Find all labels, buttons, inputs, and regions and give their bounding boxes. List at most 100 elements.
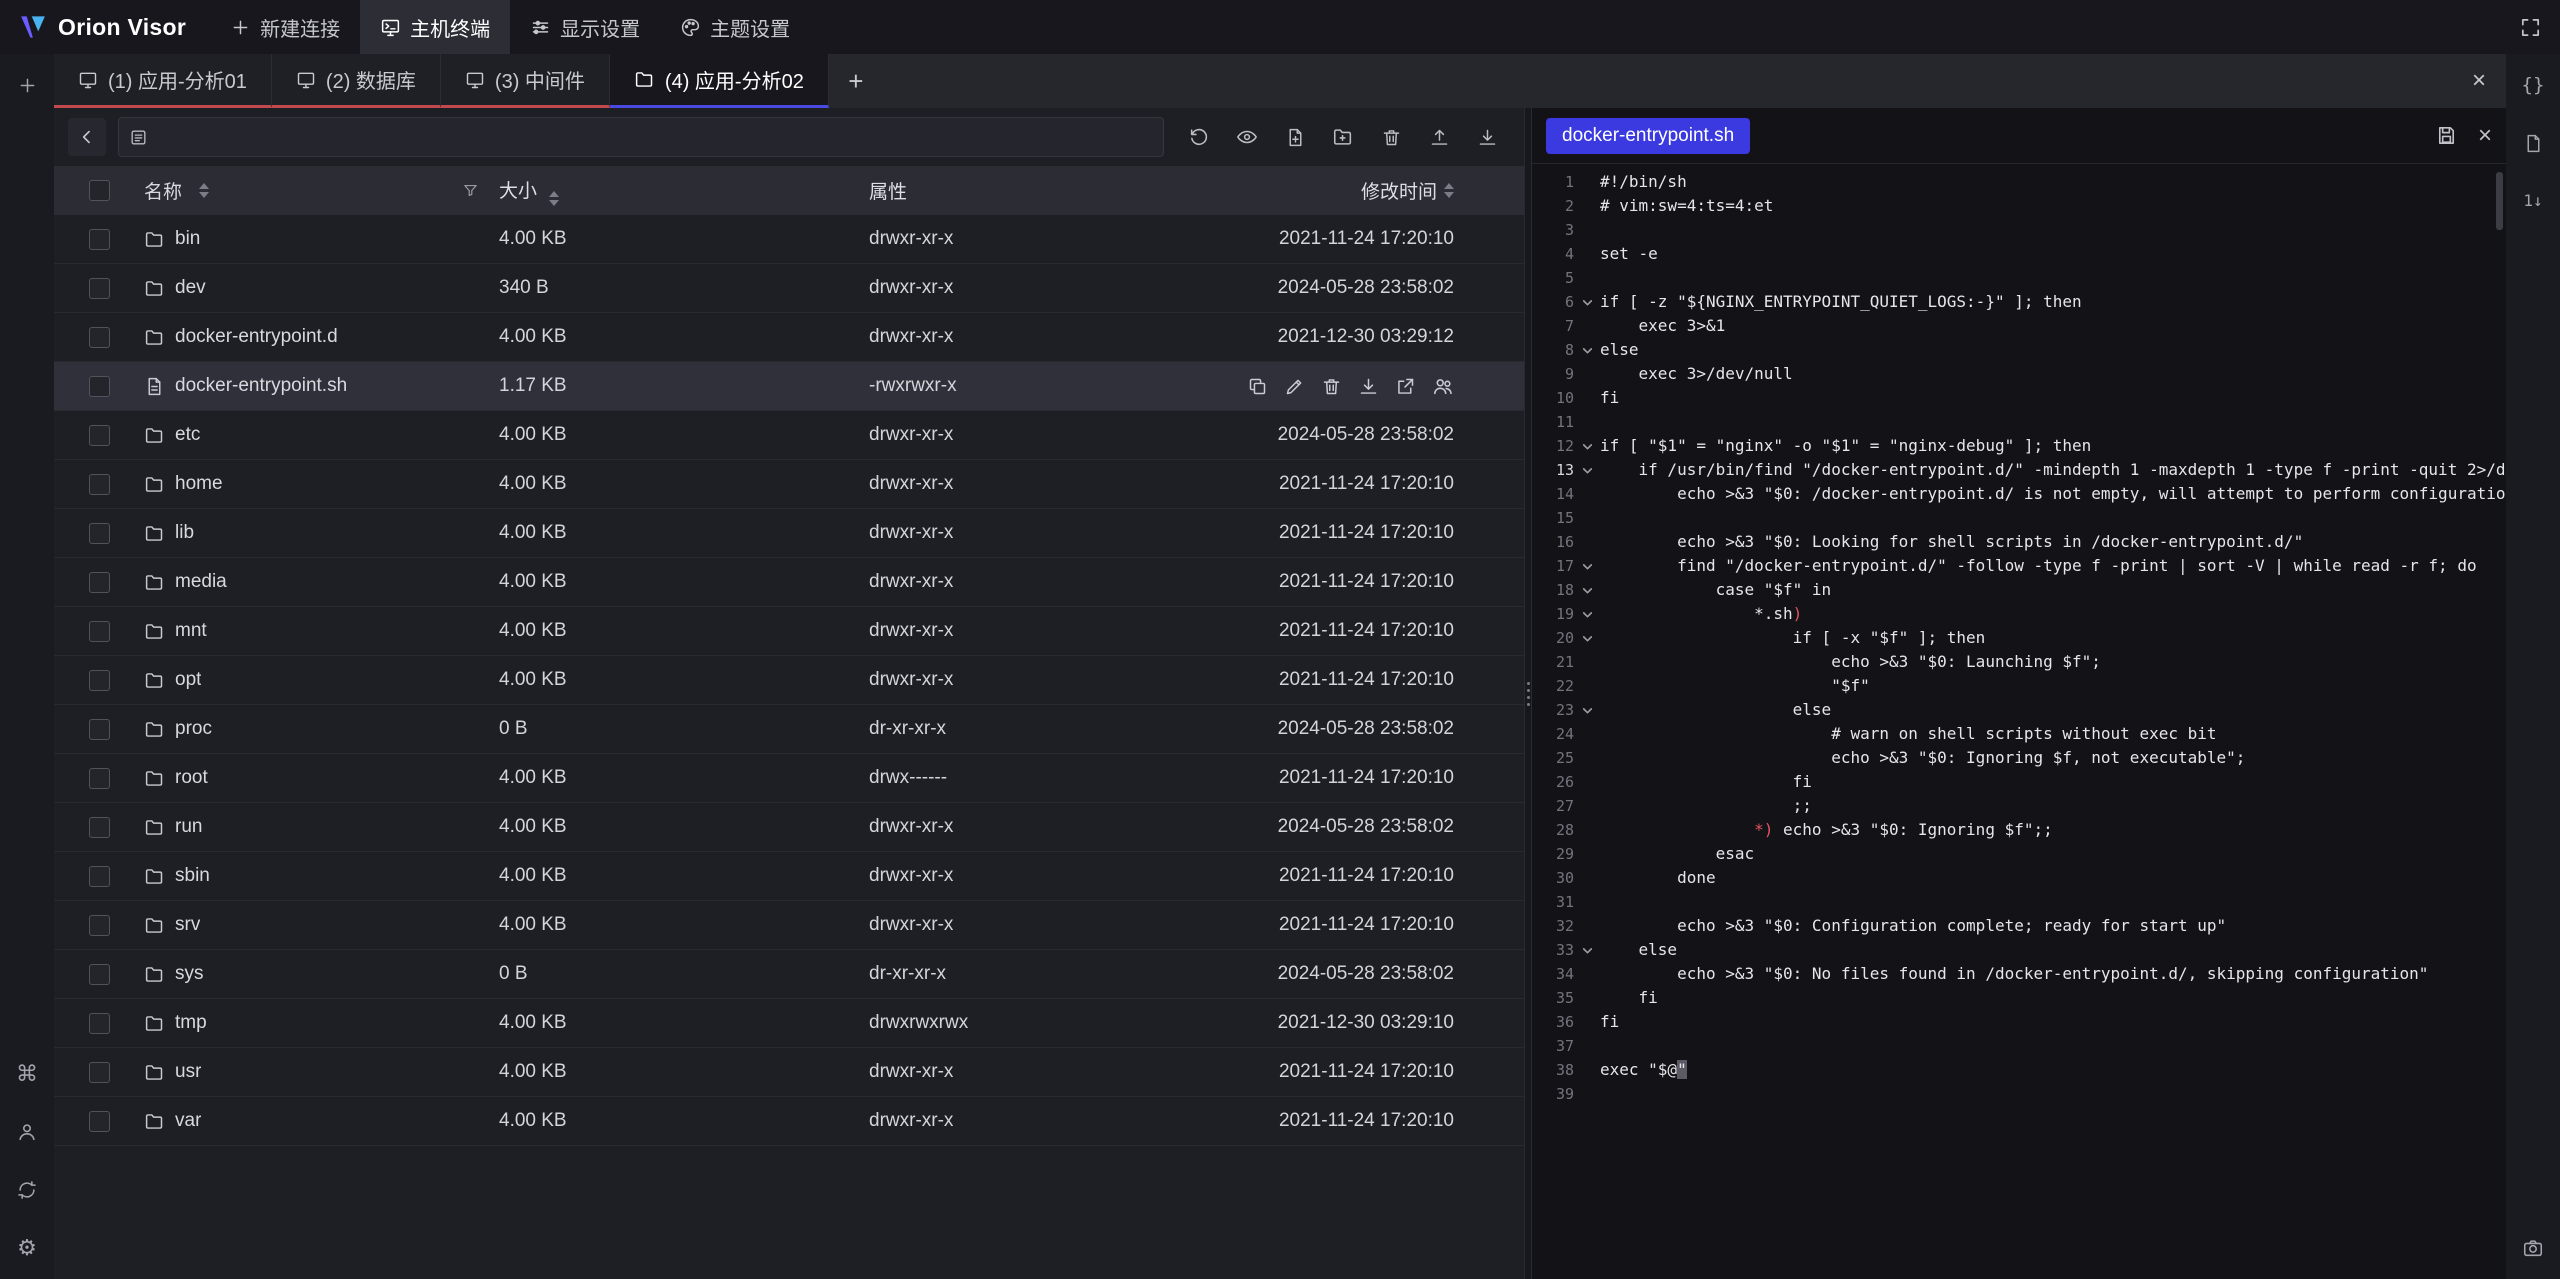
editor-scrollbar[interactable] (2496, 172, 2503, 230)
file-row[interactable]: docker-entrypoint.sh 1.17 KB -rwxrwxr-x (54, 362, 1524, 411)
file-name[interactable]: docker-entrypoint.sh (175, 375, 347, 397)
terminal-tab-1[interactable]: (1) 应用-分析01 (54, 54, 272, 108)
file-name[interactable]: var (175, 1110, 201, 1132)
nav-item-0[interactable]: 新建连接 (210, 0, 360, 54)
file-name[interactable]: home (175, 473, 223, 495)
nav-item-3[interactable]: 主题设置 (660, 0, 810, 54)
fold-chevron-icon[interactable] (1574, 578, 1600, 602)
fold-chevron-icon[interactable] (1574, 698, 1600, 722)
code-area[interactable]: 1#!/bin/sh2# vim:sw=4:ts=4:et34set -e56i… (1532, 164, 2506, 1279)
download-icon[interactable] (1358, 376, 1379, 397)
file-name[interactable]: srv (175, 914, 200, 936)
row-checkbox[interactable] (89, 572, 110, 593)
new-file-button[interactable] (1280, 122, 1310, 152)
sort-mtime-icon[interactable] (1444, 183, 1454, 198)
row-checkbox[interactable] (89, 621, 110, 642)
reconnect-button[interactable] (10, 1173, 44, 1207)
move-icon[interactable] (1395, 376, 1416, 397)
row-checkbox[interactable] (89, 719, 110, 740)
file-name[interactable]: root (175, 767, 208, 789)
file-row[interactable]: root 4.00 KB drwx------ 2021-11-24 17:20… (54, 754, 1524, 803)
fold-chevron-icon[interactable] (1574, 458, 1600, 482)
file-row[interactable]: sbin 4.00 KB drwxr-xr-x 2021-11-24 17:20… (54, 852, 1524, 901)
refresh-button[interactable] (1184, 122, 1214, 152)
row-checkbox[interactable] (89, 474, 110, 495)
file-row[interactable]: bin 4.00 KB drwxr-xr-x 2021-11-24 17:20:… (54, 215, 1524, 264)
download-button[interactable] (1472, 122, 1502, 152)
close-editor-icon[interactable]: × (2478, 122, 2492, 150)
sort-size-icon[interactable] (549, 191, 559, 206)
file-row[interactable]: mnt 4.00 KB drwxr-xr-x 2021-11-24 17:20:… (54, 607, 1524, 656)
shortcuts-button[interactable]: ⌘ (10, 1057, 44, 1091)
file-row[interactable]: usr 4.00 KB drwxr-xr-x 2021-11-24 17:20:… (54, 1048, 1524, 1097)
file-row[interactable]: lib 4.00 KB drwxr-xr-x 2021-11-24 17:20:… (54, 509, 1524, 558)
file-row[interactable]: sys 0 B dr-xr-xr-x 2024-05-28 23:58:02 (54, 950, 1524, 999)
fold-chevron-icon[interactable] (1574, 938, 1600, 962)
row-checkbox[interactable] (89, 1062, 110, 1083)
row-checkbox[interactable] (89, 229, 110, 250)
edit-icon[interactable] (1284, 376, 1305, 397)
column-size[interactable]: 大小 (499, 181, 537, 202)
upload-button[interactable] (1424, 122, 1454, 152)
close-panel-icon[interactable]: × (2452, 67, 2506, 95)
add-tab-button[interactable]: + (829, 54, 883, 108)
row-checkbox[interactable] (89, 915, 110, 936)
settings-button[interactable]: ⚙ (10, 1231, 44, 1265)
delete-icon[interactable] (1321, 376, 1342, 397)
user-info-button[interactable] (10, 1115, 44, 1149)
row-checkbox[interactable] (89, 964, 110, 985)
terminal-tab-2[interactable]: (2) 数据库 (272, 54, 441, 108)
copy-icon[interactable] (1247, 376, 1268, 397)
save-icon[interactable] (2435, 124, 2458, 147)
column-mtime[interactable]: 修改时间 (1361, 177, 1437, 204)
sort-lines-button[interactable]: 1↓ (2516, 184, 2550, 218)
terminal-tab-4[interactable]: (4) 应用-分析02 (610, 54, 829, 108)
fold-chevron-icon[interactable] (1574, 554, 1600, 578)
nav-item-1[interactable]: 主机终端 (360, 0, 510, 54)
file-name[interactable]: sys (175, 963, 204, 985)
column-name[interactable]: 名称 (144, 177, 182, 204)
fold-chevron-icon[interactable] (1574, 290, 1600, 314)
file-row[interactable]: home 4.00 KB drwxr-xr-x 2021-11-24 17:20… (54, 460, 1524, 509)
file-name[interactable]: tmp (175, 1012, 207, 1034)
row-checkbox[interactable] (89, 523, 110, 544)
file-name[interactable]: opt (175, 669, 201, 691)
file-name[interactable]: run (175, 816, 202, 838)
file-name[interactable]: docker-entrypoint.d (175, 326, 338, 348)
row-checkbox[interactable] (89, 817, 110, 838)
file-name[interactable]: sbin (175, 865, 210, 887)
row-checkbox[interactable] (89, 376, 110, 397)
row-checkbox[interactable] (89, 768, 110, 789)
file-name[interactable]: lib (175, 522, 194, 544)
file-name[interactable]: proc (175, 718, 212, 740)
file-row[interactable]: opt 4.00 KB drwxr-xr-x 2021-11-24 17:20:… (54, 656, 1524, 705)
file-row[interactable]: srv 4.00 KB drwxr-xr-x 2021-11-24 17:20:… (54, 901, 1524, 950)
file-name[interactable]: bin (175, 228, 200, 250)
nav-item-2[interactable]: 显示设置 (510, 0, 660, 54)
editor-settings-button[interactable]: {} (2516, 68, 2550, 102)
fullscreen-button[interactable] (2519, 16, 2560, 39)
fold-chevron-icon[interactable] (1574, 626, 1600, 650)
fold-chevron-icon[interactable] (1574, 338, 1600, 362)
row-checkbox[interactable] (89, 1013, 110, 1034)
delete-button[interactable] (1376, 122, 1406, 152)
fold-chevron-icon[interactable] (1574, 602, 1600, 626)
file-row[interactable]: docker-entrypoint.d 4.00 KB drwxr-xr-x 2… (54, 313, 1524, 362)
back-button[interactable] (68, 118, 106, 156)
file-row[interactable]: tmp 4.00 KB drwxrwxrwx 2021-12-30 03:29:… (54, 999, 1524, 1048)
row-checkbox[interactable] (89, 425, 110, 446)
sort-name-icon[interactable] (199, 183, 209, 198)
fold-chevron-icon[interactable] (1574, 434, 1600, 458)
permission-icon[interactable] (1432, 375, 1454, 397)
row-checkbox[interactable] (89, 866, 110, 887)
filter-icon[interactable] (462, 182, 479, 199)
file-row[interactable]: proc 0 B dr-xr-xr-x 2024-05-28 23:58:02 (54, 705, 1524, 754)
file-row[interactable]: media 4.00 KB drwxr-xr-x 2021-11-24 17:2… (54, 558, 1524, 607)
row-checkbox[interactable] (89, 670, 110, 691)
file-row[interactable]: etc 4.00 KB drwxr-xr-x 2024-05-28 23:58:… (54, 411, 1524, 460)
file-name[interactable]: media (175, 571, 227, 593)
file-row[interactable]: dev 340 B drwxr-xr-x 2024-05-28 23:58:02 (54, 264, 1524, 313)
row-checkbox[interactable] (89, 278, 110, 299)
new-connection-button[interactable] (10, 68, 44, 102)
select-all-checkbox[interactable] (89, 180, 110, 201)
